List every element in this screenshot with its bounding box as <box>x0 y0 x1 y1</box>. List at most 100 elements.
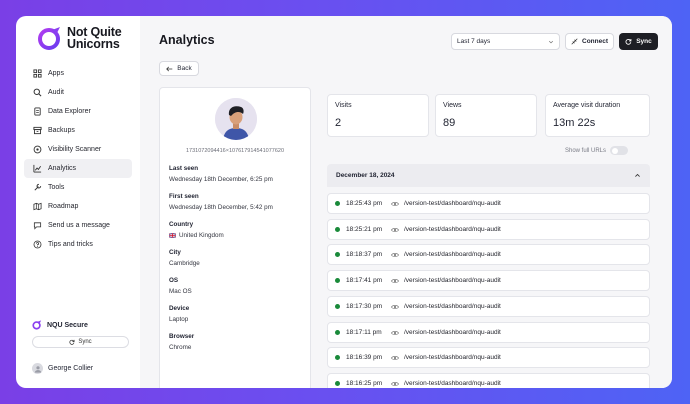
visit-path: /version-test/dashboard/nqu-audit <box>404 380 501 387</box>
show-full-urls-toggle[interactable]: Show full URLs <box>565 146 629 155</box>
chevron-up-icon <box>635 173 640 177</box>
sidebar-item-apps[interactable]: Apps <box>24 64 132 83</box>
sidebar-item-tools[interactable]: Tools <box>24 178 132 197</box>
visit-row[interactable]: 18:17:30 pm/version-test/dashboard/nqu-a… <box>327 296 650 317</box>
back-label: Back <box>177 65 192 72</box>
visitor-id: 1731072094416×107617914541077620 <box>185 148 285 154</box>
field-city: City Cambridge <box>169 249 200 267</box>
visitor-avatar <box>215 98 257 140</box>
status-dot <box>335 381 340 386</box>
visit-time: 18:16:25 pm <box>346 380 383 387</box>
sidebar-item-visibility-scanner[interactable]: Visibility Scanner <box>24 140 132 159</box>
chat-icon <box>32 221 42 231</box>
show-urls-label: Show full URLs <box>565 147 607 154</box>
visit-row[interactable]: 18:17:11 pm/version-test/dashboard/nqu-a… <box>327 322 650 343</box>
nqu-secure-logo-icon <box>32 320 42 330</box>
visit-time: 18:25:43 pm <box>346 200 383 207</box>
sidebar-item-label: Send us a message <box>48 222 110 229</box>
eye-icon <box>391 252 399 258</box>
visit-row[interactable]: 18:25:43 pm/version-test/dashboard/nqu-a… <box>327 193 650 214</box>
visit-row[interactable]: 18:17:41 pm/version-test/dashboard/nqu-a… <box>327 270 650 291</box>
sidebar-item-send-message[interactable]: Send us a message <box>24 216 132 235</box>
field-country: Country United Kingdom <box>169 221 224 239</box>
visit-time: 18:16:39 pm <box>346 354 383 361</box>
eye-icon <box>391 278 399 284</box>
sidebar: Not Quite Unicorns Apps Audit Data Explo… <box>16 16 140 388</box>
wrench-icon <box>32 183 42 193</box>
sidebar-item-label: Roadmap <box>48 203 79 210</box>
sidebar-sync-button[interactable]: Sync <box>32 336 129 348</box>
status-dot <box>335 201 340 206</box>
sidebar-item-label: Data Explorer <box>48 108 91 115</box>
sync-button[interactable]: Sync <box>619 33 658 50</box>
magnifier-icon <box>32 88 42 98</box>
field-device: Device Laptop <box>169 305 189 323</box>
date-range-select[interactable]: Last 7 days <box>451 33 560 50</box>
field-label: OS <box>169 277 179 284</box>
toggle-switch[interactable] <box>610 146 629 155</box>
arrow-left-icon <box>166 66 173 71</box>
unplug-icon <box>571 38 578 45</box>
field-os: OS Mac OS <box>169 277 192 295</box>
user-name: George Collier <box>48 365 94 372</box>
connect-button[interactable]: Connect <box>565 33 614 50</box>
stat-card-visits: Visits 2 <box>327 94 429 137</box>
sidebar-item-backups[interactable]: Backups <box>24 121 132 140</box>
uk-flag-icon <box>169 233 176 238</box>
eye-icon <box>391 330 399 336</box>
brand-logo[interactable]: Not Quite Unicorns <box>24 26 132 64</box>
eye-icon <box>391 304 399 310</box>
sidebar-sync-label: Sync <box>78 339 92 345</box>
visit-time: 18:25:21 pm <box>346 226 383 233</box>
app-window: Not Quite Unicorns Apps Audit Data Explo… <box>16 16 672 388</box>
visit-path: /version-test/dashboard/nqu-audit <box>404 200 501 207</box>
chevron-down-icon <box>548 40 554 43</box>
field-value: Chrome <box>169 344 192 351</box>
sidebar-item-roadmap[interactable]: Roadmap <box>24 197 132 216</box>
status-dot <box>335 278 340 283</box>
unicorn-logo-icon <box>38 27 60 50</box>
sync-label: Sync <box>636 38 652 45</box>
eye-icon <box>391 227 399 233</box>
sidebar-item-data-explorer[interactable]: Data Explorer <box>24 102 132 121</box>
grid-icon <box>32 69 42 79</box>
chart-icon <box>32 164 42 174</box>
field-value-country: United Kingdom <box>169 232 224 239</box>
stat-value: 2 <box>335 117 342 129</box>
document-icon <box>32 107 42 117</box>
visit-row[interactable]: 18:16:25 pm/version-test/dashboard/nqu-a… <box>327 373 650 388</box>
field-value: Cambridge <box>169 260 200 267</box>
sidebar-item-label: Visibility Scanner <box>48 146 102 153</box>
visit-row[interactable]: 18:25:21 pm/version-test/dashboard/nqu-a… <box>327 219 650 240</box>
field-value: Wednesday 18th December, 6:25 pm <box>169 176 273 183</box>
visit-row[interactable]: 18:18:37 pm/version-test/dashboard/nqu-a… <box>327 244 650 265</box>
help-icon <box>32 240 42 250</box>
back-button[interactable]: Back <box>159 61 199 76</box>
sidebar-item-tips[interactable]: Tips and tricks <box>24 235 132 254</box>
country-name: United Kingdom <box>179 232 224 239</box>
user-account[interactable]: George Collier <box>24 363 132 374</box>
status-dot <box>335 227 340 232</box>
refresh-icon <box>625 38 632 45</box>
field-value: Laptop <box>169 316 189 323</box>
stat-value: 89 <box>443 117 456 129</box>
eye-icon <box>391 201 399 207</box>
secure-status: NQU Secure <box>24 320 132 330</box>
field-label: Browser <box>169 333 195 340</box>
secure-label: NQU Secure <box>47 321 88 329</box>
archive-icon <box>32 126 42 136</box>
visit-row[interactable]: 18:16:39 pm/version-test/dashboard/nqu-a… <box>327 347 650 368</box>
person-illustration-icon <box>215 98 257 140</box>
sidebar-item-label: Tools <box>48 184 65 191</box>
field-label: First seen <box>169 193 199 200</box>
field-last-seen: Last seen Wednesday 18th December, 6:25 … <box>169 165 273 183</box>
sidebar-item-analytics[interactable]: Analytics <box>24 159 132 178</box>
sidebar-item-label: Apps <box>48 70 64 77</box>
eye-icon <box>391 381 399 387</box>
sidebar-item-audit[interactable]: Audit <box>24 83 132 102</box>
date-group-header[interactable]: December 18, 2024 <box>327 164 650 187</box>
visit-path: /version-test/dashboard/nqu-audit <box>404 354 501 361</box>
visit-path: /version-test/dashboard/nqu-audit <box>404 226 501 233</box>
refresh-icon <box>69 339 75 345</box>
sidebar-nav: Apps Audit Data Explorer Backups Visibil… <box>24 64 132 254</box>
